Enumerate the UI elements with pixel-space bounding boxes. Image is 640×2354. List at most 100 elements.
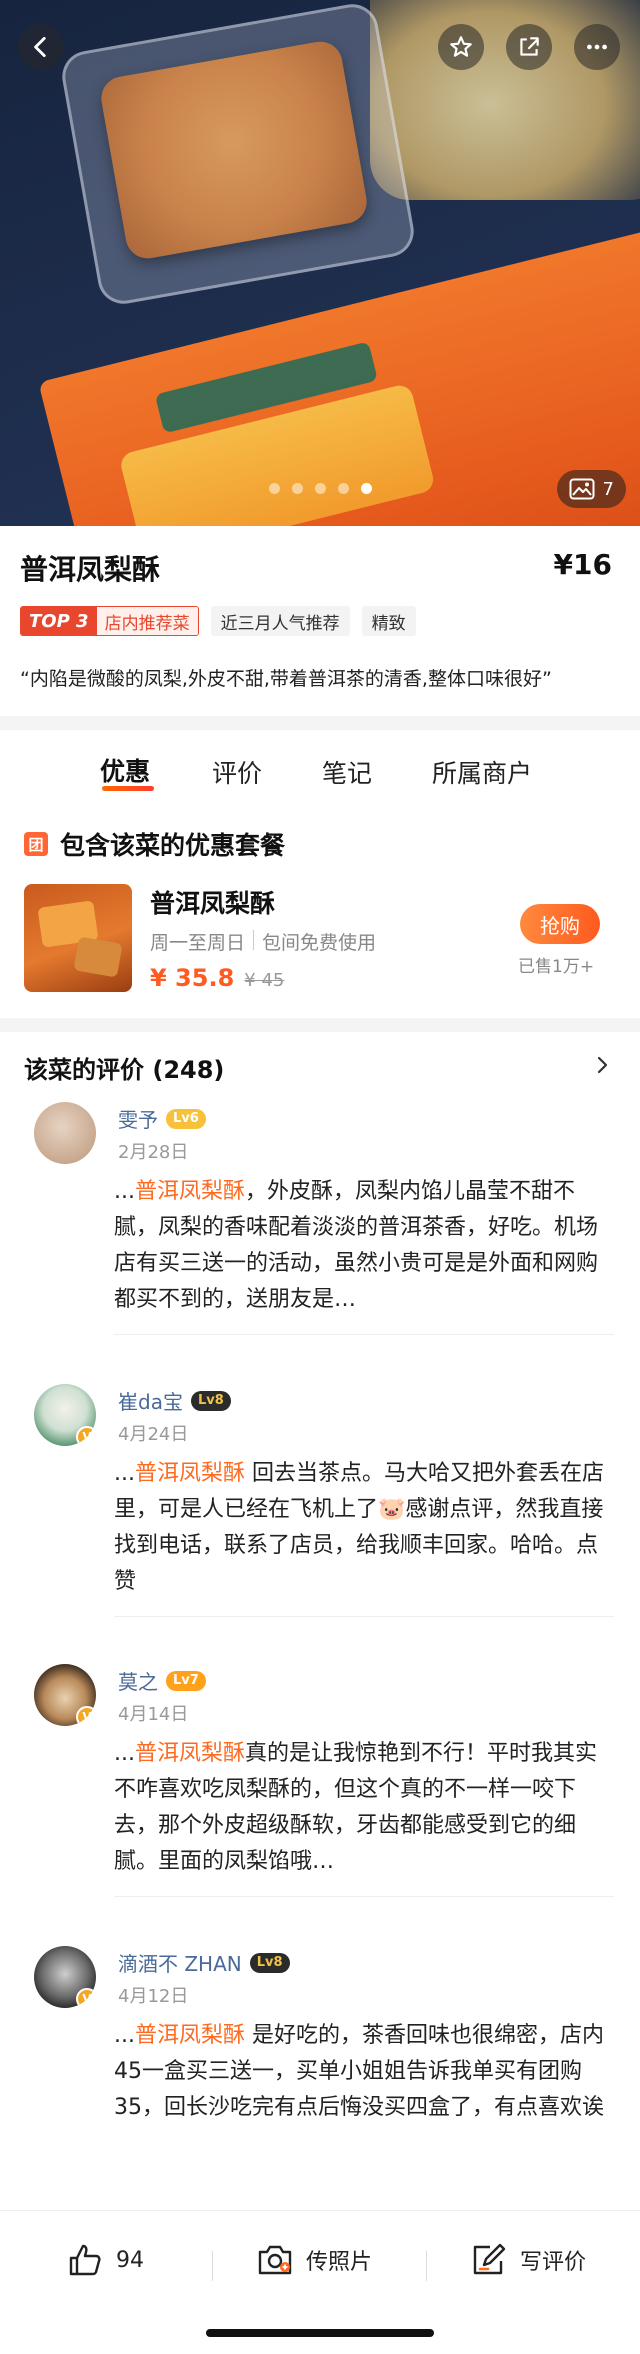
review-user[interactable]: 雯予 Lv6	[118, 1104, 206, 1133]
buy-button[interactable]: 抢购	[520, 904, 600, 944]
divider	[114, 1334, 614, 1335]
review-text[interactable]: ...普洱凤梨酥，外皮酥，凤梨内馅儿晶莹不甜不腻，凤梨的香味配着淡淡的普洱茶香，…	[114, 1174, 604, 1318]
deal-price-now: ¥ 35.8	[150, 964, 235, 992]
deal-conditions: 周一至周日 包间免费使用	[150, 928, 376, 955]
tab-reviews[interactable]: 评价	[212, 754, 262, 790]
divider	[114, 1896, 614, 1897]
like-count: 94	[116, 2247, 144, 2273]
carousel-dot[interactable]	[268, 483, 280, 494]
upload-photo-button[interactable]: 传照片	[256, 2241, 372, 2279]
verified-v-icon: V	[76, 1988, 96, 2008]
review-text[interactable]: ...普洱凤梨酥 是好吃的，茶香回味也很绵密，店内45一盒买三送一，买单小姐姐告…	[114, 2018, 604, 2126]
favorite-button[interactable]	[438, 24, 484, 70]
dish-mention: 普洱凤梨酥	[134, 2023, 245, 2048]
dish-mention: 普洱凤梨酥	[134, 1461, 245, 1486]
deal-days: 周一至周日	[150, 932, 246, 954]
ellipsis: ...	[114, 2023, 135, 2048]
verified-v-icon: V	[76, 1706, 96, 1726]
top-rank-badge[interactable]: TOP 3 店内推荐菜	[20, 606, 199, 636]
share-button[interactable]	[506, 24, 552, 70]
more-button[interactable]	[574, 24, 620, 70]
avatar[interactable]: V	[34, 1384, 96, 1446]
group-buy-icon: 团	[24, 832, 48, 856]
dish-photo-carousel[interactable]: 7	[0, 0, 640, 526]
edit-icon	[473, 2243, 506, 2275]
ellipsis: ...	[114, 1461, 135, 1486]
avatar[interactable]	[34, 1102, 96, 1164]
review-user[interactable]: 滴酒不 ZHAN Lv8	[118, 1948, 290, 1977]
review-user[interactable]: 莫之 Lv7	[118, 1666, 206, 1695]
back-button[interactable]	[18, 24, 64, 70]
ellipsis: ...	[114, 1741, 135, 1766]
divider	[114, 1616, 614, 1617]
review-user[interactable]: 崔da宝 Lv8	[118, 1386, 231, 1415]
username: 崔da宝	[118, 1390, 183, 1414]
write-review-label: 写评价	[520, 2250, 587, 2275]
avatar[interactable]: V	[34, 1946, 96, 2008]
divider	[426, 2251, 427, 2281]
verified-v-icon: V	[76, 1426, 96, 1446]
deal-section-header: 团 包含该菜的优惠套餐	[24, 826, 285, 862]
level-badge: Lv8	[190, 1390, 231, 1411]
camera-icon	[258, 2245, 292, 2275]
username: 雯予	[118, 1108, 158, 1132]
top-rank-label: TOP 3	[21, 607, 97, 635]
username: 滴酒不 ZHAN	[118, 1952, 242, 1976]
review-text[interactable]: ...普洱凤梨酥真的是让我惊艳到不行！平时我其实不咋喜欢吃凤梨酥的，但这个真的不…	[114, 1736, 604, 1880]
deal-price: ¥ 35.8 ¥ 45	[150, 964, 284, 992]
deal-section-title: 包含该菜的优惠套餐	[60, 831, 286, 860]
level-badge: Lv8	[249, 1952, 290, 1973]
upload-photo-label: 传照片	[306, 2250, 373, 2275]
chevron-left-icon	[34, 36, 46, 58]
dish-info: 普洱凤梨酥 ¥16 TOP 3 店内推荐菜 近三月人气推荐 精致 “内陷是微酸的…	[0, 526, 640, 716]
level-badge: Lv7	[166, 1670, 206, 1691]
tab-merchant[interactable]: 所属商户	[432, 754, 532, 790]
deal-name[interactable]: 普洱凤梨酥	[150, 884, 275, 920]
dish-price: ¥16	[553, 548, 612, 581]
sold-count: 已售1万+	[518, 957, 595, 977]
like-button[interactable]: 94	[66, 2241, 144, 2279]
deal-thumbnail[interactable]	[24, 884, 132, 992]
divider	[253, 930, 255, 950]
tab-notes[interactable]: 笔记	[322, 754, 372, 790]
tag-popular: 近三月人气推荐	[210, 606, 350, 636]
review-date: 4月12日	[118, 1986, 189, 2007]
ellipsis: ...	[114, 1179, 135, 1204]
reviews-header[interactable]: 该菜的评价 (248)	[24, 1050, 224, 1085]
photo-count-button[interactable]: 7	[556, 470, 626, 508]
dish-quote: “内陷是微酸的凤梨,外皮不甜,带着普洱茶的清香,整体口味很好”	[20, 668, 552, 690]
bottom-action-bar: 94 传照片 写评价	[0, 2210, 640, 2354]
dish-tags: TOP 3 店内推荐菜 近三月人气推荐 精致	[20, 606, 416, 636]
tag-style: 精致	[361, 606, 416, 636]
carousel-dot[interactable]	[314, 483, 326, 494]
carousel-dot[interactable]	[291, 483, 303, 494]
tab-deals[interactable]: 优惠	[100, 752, 150, 788]
deal-room: 包间免费使用	[262, 932, 377, 954]
carousel-dot-active[interactable]	[360, 483, 372, 494]
home-indicator[interactable]	[206, 2329, 434, 2337]
write-review-button[interactable]: 写评价	[470, 2241, 586, 2279]
photo-count-value: 7	[602, 478, 614, 500]
dish-mention: 普洱凤梨酥	[134, 1179, 245, 1204]
thumbs-up-icon	[69, 2244, 101, 2276]
dish-name: 普洱凤梨酥	[20, 553, 161, 586]
review-date: 2月28日	[118, 1142, 189, 1163]
carousel-indicator	[0, 483, 640, 494]
tab-active-indicator	[102, 786, 154, 791]
review-text[interactable]: ...普洱凤梨酥 回去当茶点。马大哈又把外套丢在店里，可是人已经在飞机上了🐷感谢…	[114, 1456, 604, 1600]
share-icon	[520, 37, 539, 56]
section-divider	[0, 716, 640, 730]
top-rank-text: 店内推荐菜	[96, 607, 198, 635]
review-date: 4月24日	[118, 1424, 189, 1445]
review-date: 4月14日	[118, 1704, 189, 1725]
chevron-right-icon[interactable]	[592, 1055, 612, 1075]
avatar[interactable]: V	[34, 1664, 96, 1726]
username: 莫之	[118, 1670, 158, 1694]
star-icon	[450, 36, 472, 57]
divider	[212, 2251, 213, 2281]
more-dots-icon	[587, 44, 607, 50]
carousel-dot[interactable]	[337, 483, 349, 494]
level-badge: Lv6	[166, 1108, 206, 1129]
section-divider	[0, 1018, 640, 1032]
deal-price-original: ¥ 45	[244, 970, 285, 991]
